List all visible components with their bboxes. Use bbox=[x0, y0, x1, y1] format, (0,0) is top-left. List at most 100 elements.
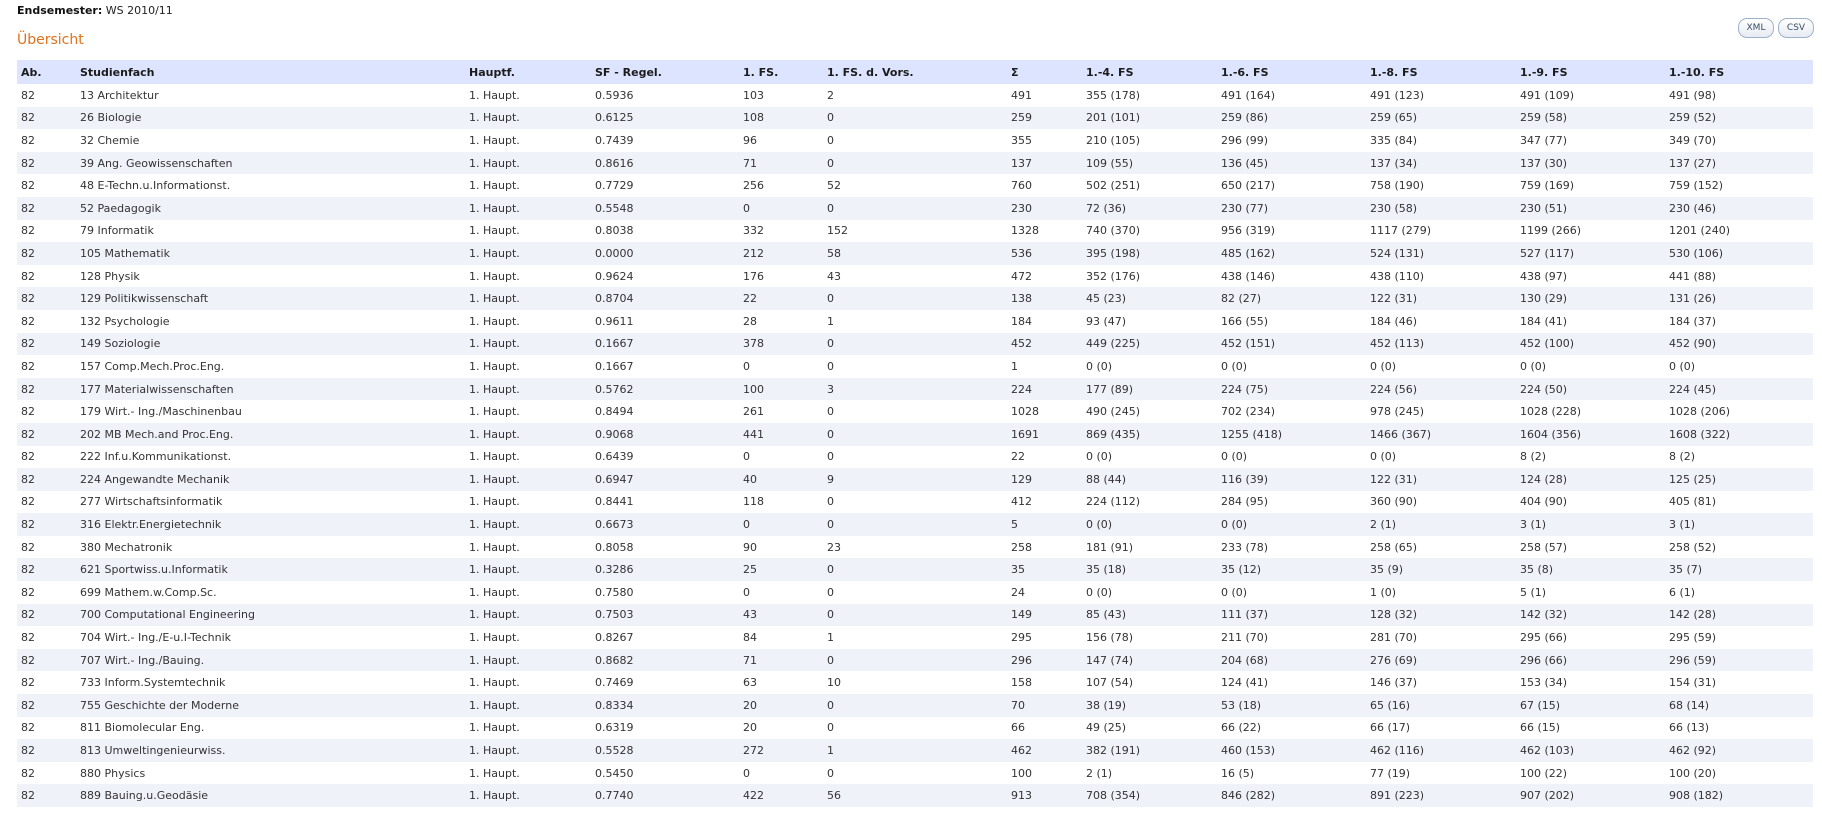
table-cell: 82 bbox=[17, 694, 76, 717]
table-cell: 184 bbox=[1007, 309, 1082, 333]
table-cell: 22 bbox=[1007, 445, 1082, 469]
table-cell: 0 bbox=[823, 151, 1007, 175]
table-cell: 146 (37) bbox=[1366, 671, 1516, 695]
table-cell: 230 (51) bbox=[1516, 196, 1665, 220]
table-cell: 0 (0) bbox=[1366, 355, 1516, 378]
table-cell: 889 Bauing.u.Geodäsie bbox=[76, 784, 465, 807]
table-cell: 8 (2) bbox=[1665, 445, 1813, 469]
table-cell: 272 bbox=[739, 739, 823, 762]
column-header: 1.-4. FS bbox=[1082, 60, 1217, 84]
column-header: 1.-6. FS bbox=[1217, 60, 1366, 84]
table-cell: 40 bbox=[739, 468, 823, 491]
table-cell: 0 bbox=[739, 196, 823, 220]
table-cell: 1 (0) bbox=[1366, 581, 1516, 604]
table-cell: 699 Mathem.w.Comp.Sc. bbox=[76, 581, 465, 604]
table-cell: 404 (90) bbox=[1516, 490, 1665, 514]
column-header: 1. FS. bbox=[739, 60, 823, 84]
table-cell: 116 (39) bbox=[1217, 468, 1366, 491]
table-cell: 0.8682 bbox=[591, 648, 739, 672]
export-toolbar: XML CSV bbox=[1738, 18, 1814, 38]
table-cell: 230 (46) bbox=[1665, 196, 1813, 220]
table-cell: 1. Haupt. bbox=[465, 264, 591, 288]
table-cell: 0 bbox=[823, 355, 1007, 378]
xml-export-button[interactable]: XML bbox=[1738, 18, 1774, 38]
table-cell: 129 bbox=[1007, 468, 1082, 491]
table-cell: 52 Paedagogik bbox=[76, 196, 465, 220]
table-cell: 491 (98) bbox=[1665, 84, 1813, 107]
table-cell: 438 (146) bbox=[1217, 264, 1366, 288]
table-cell: 702 (234) bbox=[1217, 400, 1366, 423]
table-cell: 1028 bbox=[1007, 400, 1082, 423]
table-cell: 9 bbox=[823, 468, 1007, 491]
table-cell: 82 bbox=[17, 581, 76, 604]
table-cell: 230 (58) bbox=[1366, 196, 1516, 220]
table-cell: 460 (153) bbox=[1217, 739, 1366, 762]
table-cell: 3 bbox=[823, 377, 1007, 401]
table-cell: 82 bbox=[17, 309, 76, 333]
table-cell: 181 (91) bbox=[1082, 535, 1217, 559]
table-cell: 224 Angewandte Mechanik bbox=[76, 468, 465, 491]
table-cell: 0 bbox=[823, 106, 1007, 130]
table-cell: 452 (90) bbox=[1665, 332, 1813, 356]
table-cell: 0.8441 bbox=[591, 490, 739, 514]
table-cell: 0 bbox=[739, 513, 823, 536]
table-cell: 0.6673 bbox=[591, 513, 739, 536]
table-cell: 1. Haupt. bbox=[465, 242, 591, 265]
table-row: 82 880 Physics 1. Haupt. 0.5450 0 0 100 2 (1) 16… bbox=[17, 761, 1813, 785]
table-cell: 259 (58) bbox=[1516, 106, 1665, 130]
table-header-row: Ab. Studienfach Hauptf. SF - Regel. 1. FS. 1.… bbox=[17, 60, 1813, 84]
table-cell: 124 (41) bbox=[1217, 671, 1366, 695]
table-cell: 0.8616 bbox=[591, 151, 739, 175]
table-row: 82 39 Ang. Geowissenschaften 1. Haupt. 0.86… bbox=[17, 151, 1813, 175]
table-cell: 82 (27) bbox=[1217, 287, 1366, 310]
table-cell: 26 Biologie bbox=[76, 106, 465, 130]
table-cell: 66 (22) bbox=[1217, 716, 1366, 740]
table-cell: 758 (190) bbox=[1366, 174, 1516, 197]
table-cell: 128 Physik bbox=[76, 264, 465, 288]
overview-table: Ab. Studienfach Hauptf. SF - Regel. 1. FS. 1.… bbox=[17, 60, 1813, 807]
table-cell: 0 bbox=[823, 400, 1007, 423]
table-cell: 82 bbox=[17, 174, 76, 197]
table-cell: 66 (13) bbox=[1665, 716, 1813, 740]
table-cell: 1199 (266) bbox=[1516, 219, 1665, 243]
table-cell: 82 bbox=[17, 129, 76, 152]
csv-export-button[interactable]: CSV bbox=[1778, 18, 1814, 38]
table-cell: 0 (0) bbox=[1217, 581, 1366, 604]
table-cell: 355 (178) bbox=[1082, 84, 1217, 107]
table-cell: 296 (99) bbox=[1217, 129, 1366, 152]
table-cell: 0.6439 bbox=[591, 445, 739, 469]
table-cell: 32 Chemie bbox=[76, 129, 465, 152]
table-cell: 1. Haupt. bbox=[465, 626, 591, 649]
table-cell: 846 (282) bbox=[1217, 784, 1366, 807]
table-cell: 184 (41) bbox=[1516, 309, 1665, 333]
table-cell: 1. Haupt. bbox=[465, 129, 591, 152]
table-cell: 1. Haupt. bbox=[465, 219, 591, 243]
column-header: SF - Regel. bbox=[591, 60, 739, 84]
table-cell: 0.9611 bbox=[591, 309, 739, 333]
table-cell: 82 bbox=[17, 106, 76, 130]
table-cell: 295 (59) bbox=[1665, 626, 1813, 649]
table-cell: 1028 (206) bbox=[1665, 400, 1813, 423]
table-cell: 1. Haupt. bbox=[465, 287, 591, 310]
table-cell: 82 bbox=[17, 716, 76, 740]
table-cell: 0.8267 bbox=[591, 626, 739, 649]
table-cell: 0.5762 bbox=[591, 377, 739, 401]
table-cell: 201 (101) bbox=[1082, 106, 1217, 130]
table-cell: 335 (84) bbox=[1366, 129, 1516, 152]
table-cell: 0 bbox=[823, 558, 1007, 582]
table-row: 82 105 Mathematik 1. Haupt. 0.0000 212 58 536 3… bbox=[17, 242, 1813, 265]
table-cell: 1328 bbox=[1007, 219, 1082, 243]
table-cell: 1. Haupt. bbox=[465, 377, 591, 401]
table-cell: 449 (225) bbox=[1082, 332, 1217, 356]
table-cell: 142 (32) bbox=[1516, 603, 1665, 627]
column-header: Hauptf. bbox=[465, 60, 591, 84]
table-cell: 258 (65) bbox=[1366, 535, 1516, 559]
table-cell: 0 bbox=[823, 287, 1007, 310]
table-cell: 0 bbox=[823, 694, 1007, 717]
table-cell: 490 (245) bbox=[1082, 400, 1217, 423]
table-cell: 176 bbox=[739, 264, 823, 288]
table-cell: 650 (217) bbox=[1217, 174, 1366, 197]
table-cell: 0 (0) bbox=[1082, 513, 1217, 536]
table-cell: 166 (55) bbox=[1217, 309, 1366, 333]
table-cell: 733 Inform.Systemtechnik bbox=[76, 671, 465, 695]
